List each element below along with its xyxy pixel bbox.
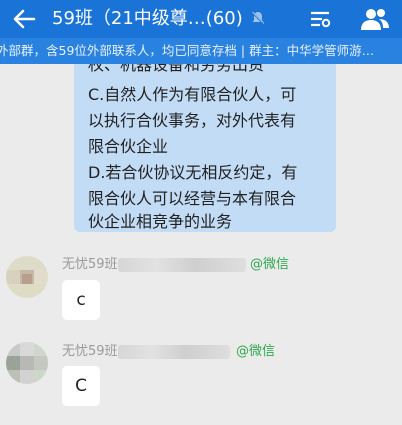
message-line: 限合伙企业 bbox=[88, 137, 169, 156]
message-bubble[interactable]: c bbox=[62, 280, 100, 320]
avatar[interactable] bbox=[6, 256, 48, 298]
group-notice-text: 外部群，含59位外部联系人，均已同意存档 | 群主：中华学管师游… bbox=[0, 43, 375, 58]
avatar[interactable] bbox=[6, 342, 48, 384]
wechat-tag: @微信 bbox=[236, 344, 276, 359]
message-bubble-self[interactable]: 权、机器设备和劳务出资 C.自然人作为有限合伙人，可 以执行合伙事务，对外代表有… bbox=[74, 56, 336, 232]
mute-bell-icon bbox=[251, 11, 265, 25]
chat-title: 59班（21中级尊…(60) bbox=[52, 8, 243, 29]
sender-name: 无忧59班 bbox=[62, 344, 118, 359]
message-line: D.若合伙协议无相反约定，有 bbox=[88, 163, 298, 182]
message-line: C.自然人作为有限合伙人，可 bbox=[88, 85, 297, 104]
group-members-icon[interactable] bbox=[360, 6, 390, 32]
blurred-sender-info bbox=[118, 258, 246, 272]
message-line: 伙企业相竞争的业务 bbox=[88, 212, 233, 231]
blurred-sender-info bbox=[118, 345, 230, 359]
wechat-tag: @微信 bbox=[250, 257, 290, 272]
top-bar: 59班（21中级尊…(60) bbox=[0, 0, 402, 38]
sender-name: 无忧59班 bbox=[62, 257, 118, 272]
back-arrow-icon[interactable] bbox=[10, 5, 38, 33]
group-menu-icon[interactable] bbox=[308, 7, 332, 31]
message-bubble[interactable]: C bbox=[62, 366, 100, 406]
group-notice-bar-overlay: 外部群，含59位外部联系人，均已同意存档 | 群主：中华学管师游… bbox=[0, 38, 402, 64]
message-line: 以执行合伙事务，对外代表有 bbox=[88, 111, 297, 130]
message-line: 限合伙人可以经营与本有限合 bbox=[88, 189, 297, 208]
